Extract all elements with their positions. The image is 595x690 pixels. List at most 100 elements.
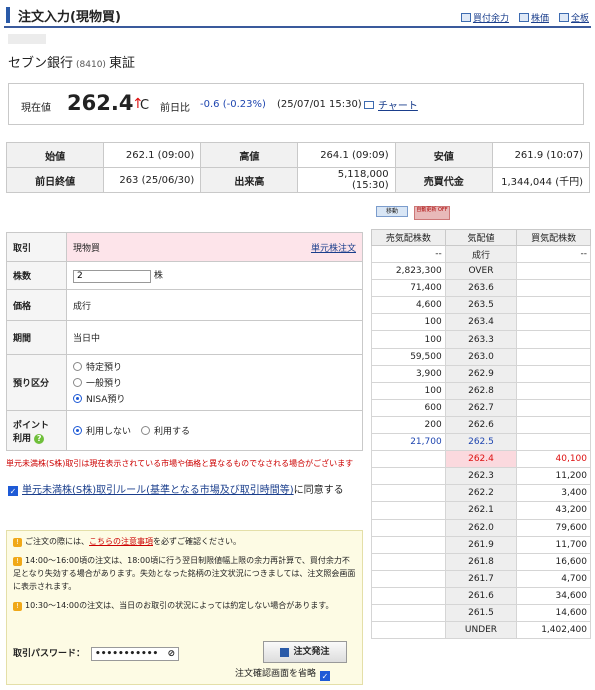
- ask-qty: [371, 569, 446, 588]
- move-button[interactable]: 移動: [376, 206, 408, 217]
- point-row: ポイント 利用 ? 利用しない 利用する: [6, 410, 363, 451]
- page-title: 注文入力(現物買): [18, 10, 121, 25]
- ask-qty: 100: [371, 313, 446, 332]
- bid-qty: [516, 398, 591, 417]
- qty-input[interactable]: [73, 269, 151, 283]
- chart-link[interactable]: チャート: [364, 97, 418, 112]
- account-option-tokutei[interactable]: 特定預り: [73, 359, 356, 375]
- board-price[interactable]: 261.6: [444, 586, 518, 605]
- board-price[interactable]: OVER: [444, 262, 518, 281]
- board-price[interactable]: 262.5: [444, 433, 518, 452]
- submit-order-button[interactable]: 注文発注: [263, 641, 347, 663]
- order-board: 売気配株数 気配値 買気配株数 -- 成行 -- 2,823,300 OVER 71,40…: [371, 229, 591, 640]
- period-value: 当日中: [66, 320, 363, 355]
- board-price[interactable]: 263.4: [444, 313, 518, 332]
- board-price[interactable]: 263.0: [444, 347, 518, 366]
- stat-value: 262.1 (09:00): [103, 142, 202, 168]
- point-option-off[interactable]: 利用しない: [73, 423, 131, 439]
- board-price[interactable]: UNDER: [444, 621, 518, 640]
- stat-value: 1,344,044 (千円): [491, 167, 591, 193]
- ask-qty: 59,500: [371, 347, 446, 366]
- bid-qty: [516, 296, 591, 315]
- password-input[interactable]: ••••••••••• ⊘: [91, 647, 180, 661]
- bid-qty: [516, 313, 591, 332]
- help-icon[interactable]: ?: [34, 433, 45, 444]
- board-buttons: 移動 自動更新 OFF: [376, 206, 450, 220]
- board-row: 262.0 79,600: [371, 518, 591, 537]
- ask-qty: 200: [371, 415, 446, 435]
- notice-item: ! ご注文の際には、こちらの注意事項を必ずご確認ください。: [13, 535, 356, 548]
- board-row: 100 263.4: [371, 313, 591, 332]
- board-price[interactable]: 261.8: [444, 552, 518, 571]
- board-price[interactable]: 262.6: [444, 415, 518, 435]
- bid-qty: 16,600: [516, 552, 591, 571]
- price-value: 成行: [66, 289, 363, 321]
- stat-header: 出来高: [200, 167, 299, 193]
- board-price[interactable]: 263.3: [444, 330, 518, 349]
- notes-link[interactable]: こちらの注意事項: [89, 537, 153, 546]
- board-price[interactable]: 263.6: [444, 279, 518, 298]
- eye-off-icon[interactable]: ⊘: [167, 648, 175, 661]
- ask-qty: 3,900: [371, 364, 446, 383]
- board-price[interactable]: 262.4: [444, 450, 518, 469]
- full-board-link[interactable]: 全板: [558, 11, 589, 24]
- bid-qty-header: 買気配株数: [516, 229, 591, 246]
- ask-qty: --: [371, 244, 446, 264]
- board-row: 4,600 263.5: [371, 296, 591, 315]
- point-label: ポイント 利用 ?: [6, 410, 67, 451]
- board-price[interactable]: 261.7: [444, 569, 518, 588]
- stat-header: 始値: [5, 142, 105, 168]
- point-option-on[interactable]: 利用する: [141, 423, 190, 439]
- board-price[interactable]: 261.9: [444, 535, 518, 554]
- board-price[interactable]: 成行: [444, 244, 518, 264]
- trade-label: 取引: [6, 232, 67, 262]
- ask-qty: 100: [371, 330, 446, 349]
- board-price[interactable]: 262.8: [444, 381, 518, 400]
- ask-qty: [371, 450, 446, 469]
- agree-checkbox[interactable]: ✓: [8, 486, 18, 496]
- buying-power-link[interactable]: 買付余力: [460, 11, 509, 24]
- board-row: 71,400 263.6: [371, 279, 591, 298]
- auto-refresh-button[interactable]: 自動更新 OFF: [414, 206, 450, 220]
- radio-selected-icon: [73, 426, 82, 435]
- warning-icon: !: [13, 538, 22, 547]
- board-price[interactable]: 262.1: [444, 501, 518, 520]
- board-price[interactable]: 262.7: [444, 398, 518, 417]
- account-option-nisa[interactable]: NISA預り: [73, 391, 356, 407]
- bid-qty: 40,100: [516, 450, 591, 469]
- bid-qty: [516, 347, 591, 366]
- board-row: 261.6 34,600: [371, 586, 591, 605]
- ask-qty: [371, 552, 446, 571]
- board-row: 261.5 14,600: [371, 603, 591, 623]
- skip-confirm-checkbox[interactable]: ✓: [320, 670, 331, 681]
- board-price[interactable]: 263.5: [444, 296, 518, 315]
- change-value: -0.6 (-0.23%): [200, 99, 266, 110]
- stock-price-icon: [518, 13, 529, 22]
- ask-qty: [371, 621, 446, 640]
- qty-unit: 株: [153, 271, 163, 282]
- qty-row: 株数 株: [6, 261, 363, 290]
- warning-icon: !: [13, 602, 22, 611]
- board-row: 262.2 3,400: [371, 484, 591, 503]
- board-row: 21,700 262.5: [371, 433, 591, 452]
- board-row: 261.8 16,600: [371, 552, 591, 571]
- rules-link[interactable]: 単元未満株(S株)取引ルール(基準となる市場及び取引時間等): [22, 485, 294, 496]
- board-price[interactable]: 262.0: [444, 518, 518, 537]
- stock-name: セブン銀行 (8410) 東証: [8, 56, 135, 71]
- stock-price-link[interactable]: 株価: [518, 11, 549, 24]
- board-price[interactable]: 261.5: [444, 603, 518, 623]
- board-price[interactable]: 262.3: [444, 467, 518, 486]
- bid-qty: [516, 262, 591, 281]
- account-option-ippan[interactable]: 一般預り: [73, 375, 356, 391]
- stat-value: 264.1 (09:09): [297, 142, 396, 168]
- bid-qty: --: [516, 244, 591, 264]
- current-price: 262.4: [67, 91, 134, 115]
- board-price[interactable]: 262.9: [444, 364, 518, 383]
- unit-order-link[interactable]: 単元株注文: [311, 241, 356, 254]
- board-price[interactable]: 262.2: [444, 484, 518, 503]
- title-accent: [6, 7, 10, 23]
- stats-table: 始値 262.1 (09:00) 高値 264.1 (09:09) 安値 261…: [5, 142, 591, 193]
- current-price-label: 現在値: [21, 103, 51, 114]
- price-header: 気配値: [444, 229, 518, 246]
- change-label: 前日比: [160, 103, 190, 114]
